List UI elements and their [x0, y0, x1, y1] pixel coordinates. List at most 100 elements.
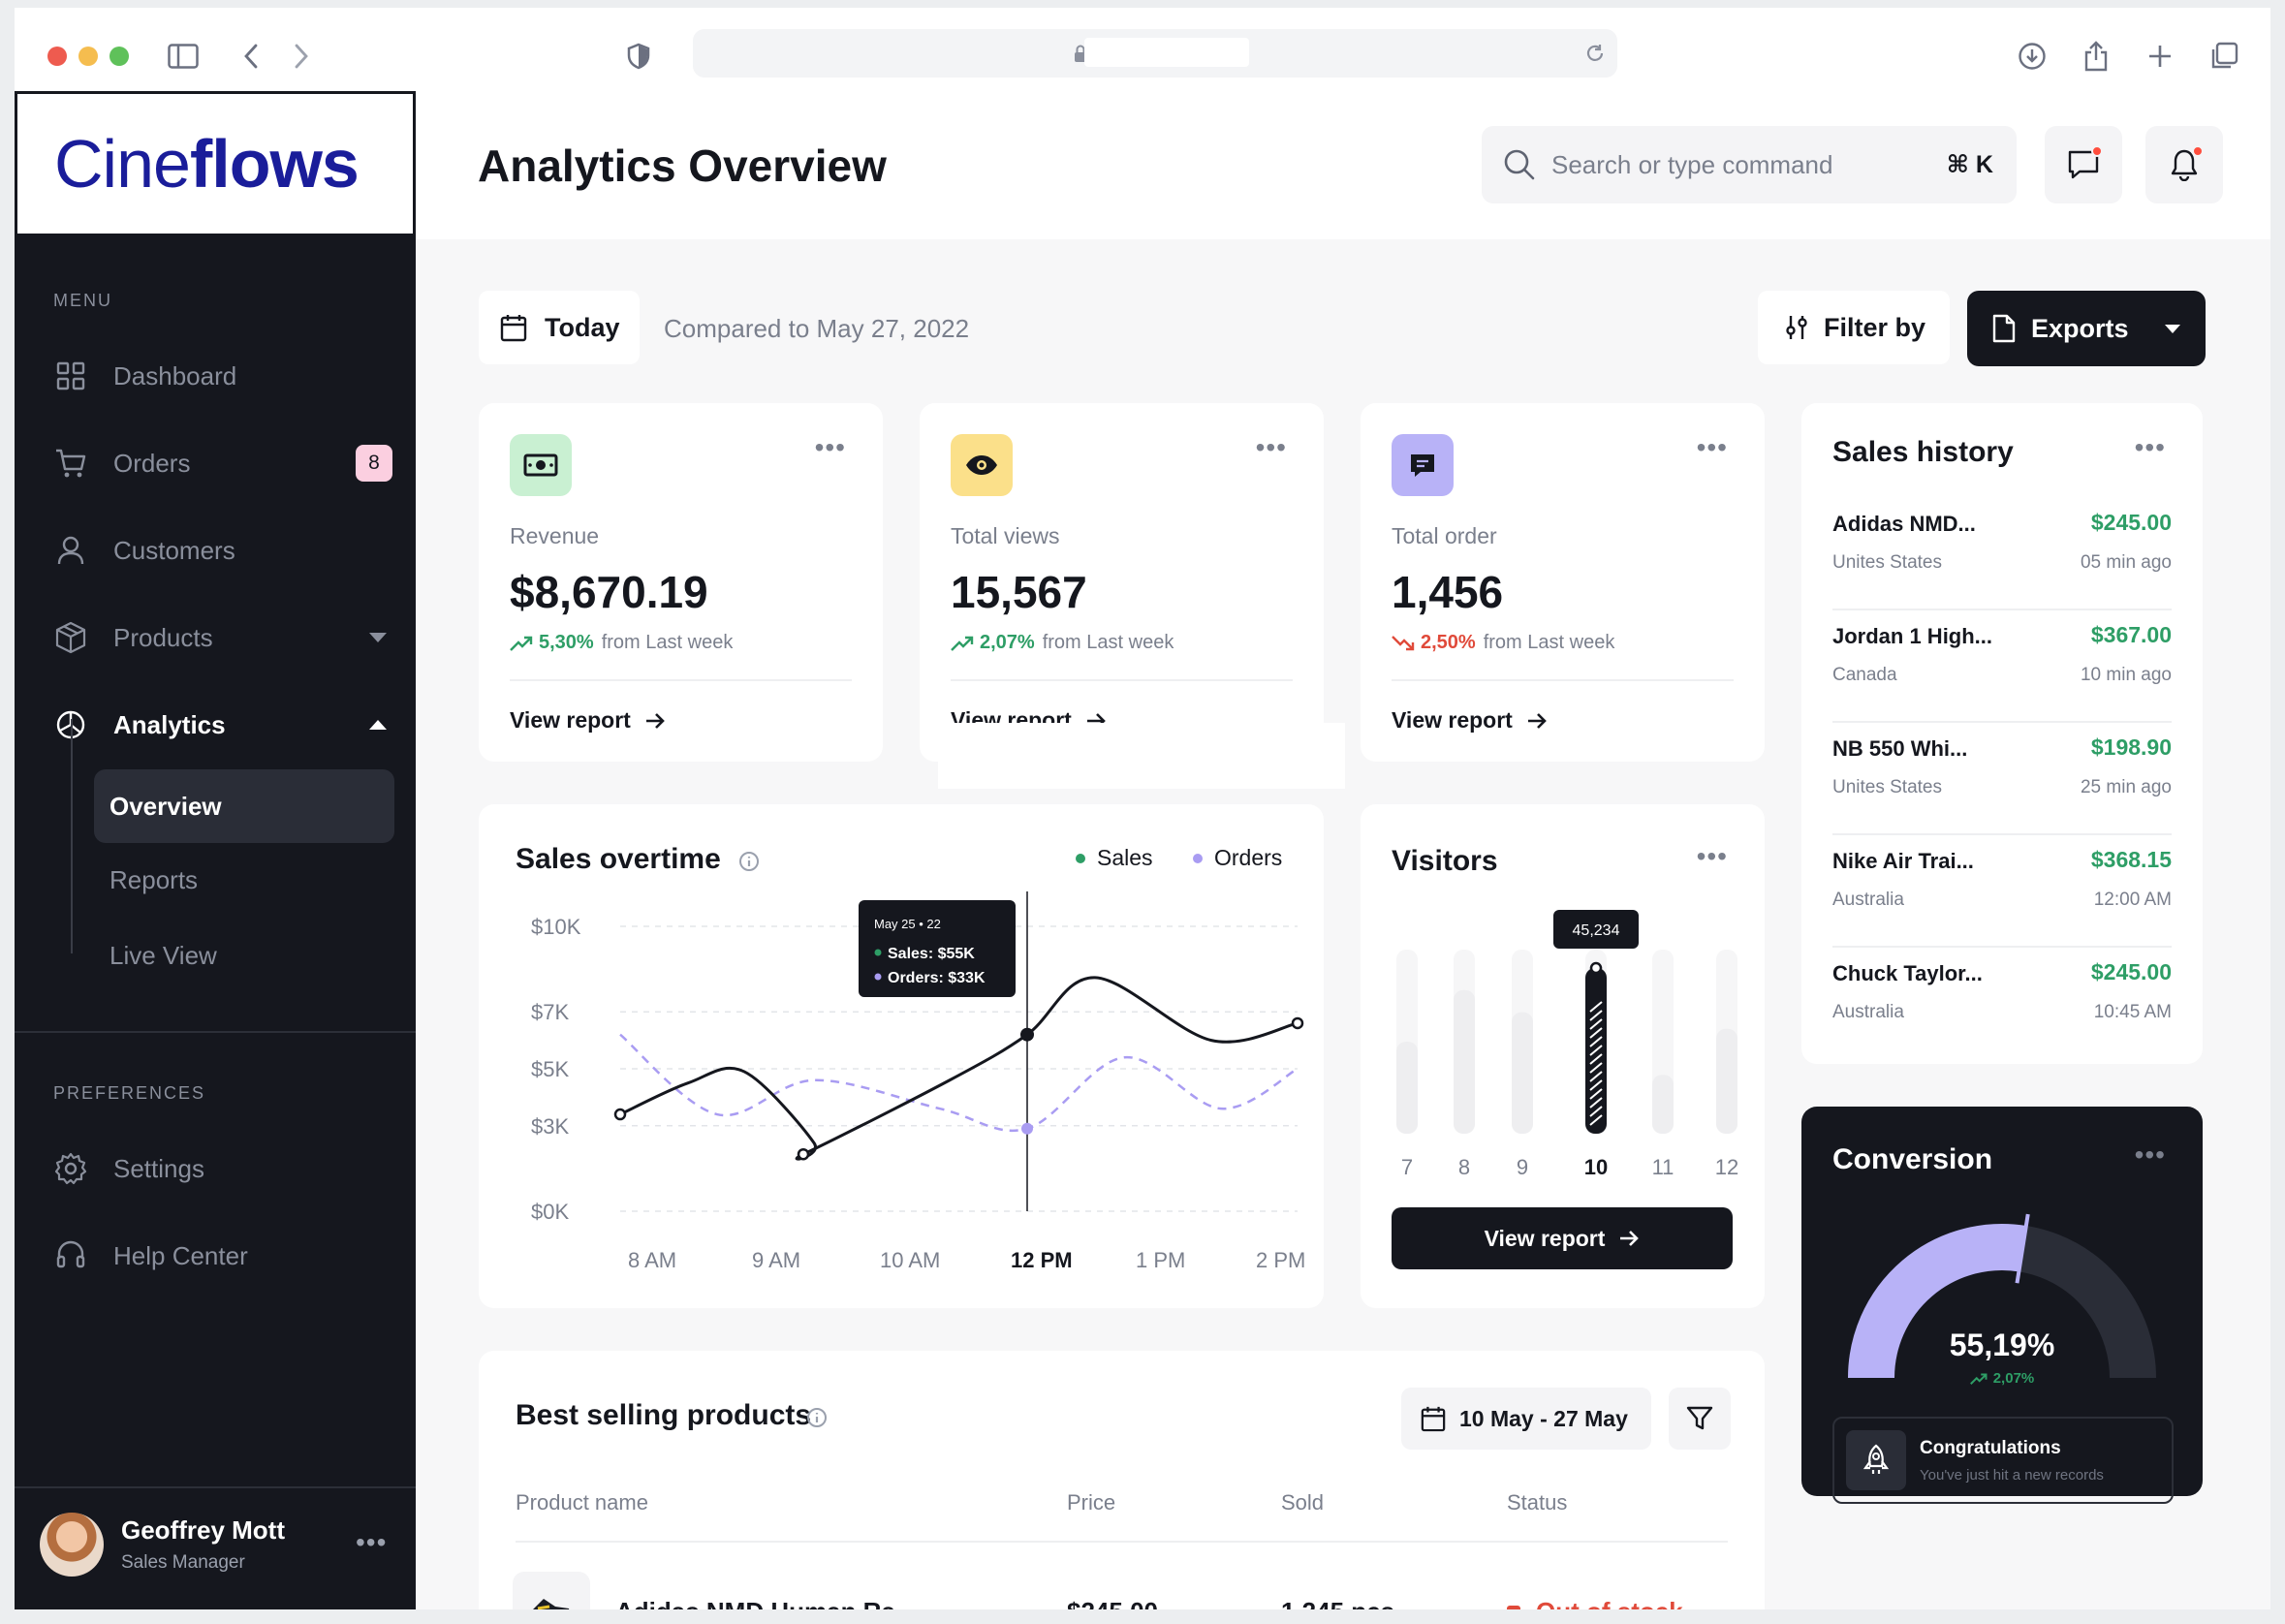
column-header-status[interactable]: Status — [1507, 1490, 1567, 1515]
x-tick-label: 10 AM — [880, 1248, 940, 1272]
close-window-button[interactable] — [47, 47, 67, 66]
card-title: Sales history — [1832, 436, 2014, 468]
preferences-section-label: PREFERENCES — [53, 1083, 206, 1103]
today-label: Today — [545, 312, 620, 342]
date-today-button[interactable]: Today — [479, 291, 640, 364]
search-shortcut: ⌘ K — [1946, 151, 1993, 178]
sidebar-item-orders[interactable]: Orders 8 — [53, 436, 392, 490]
x-tick-label: 9 — [1517, 1155, 1528, 1179]
url-text — [1084, 38, 1249, 67]
filter-icon — [1686, 1406, 1713, 1430]
bar — [1512, 1012, 1533, 1134]
divider — [1392, 679, 1734, 681]
forward-icon[interactable] — [280, 35, 323, 78]
avatar[interactable] — [40, 1513, 104, 1577]
address-bar[interactable] — [693, 29, 1617, 78]
sidebar-subitem-live-view[interactable]: Live View — [94, 919, 394, 992]
sales-history-row[interactable]: Jordan 1 High... $367.00 Canada 10 min ago — [1832, 610, 2172, 723]
sale-time: 05 min ago — [2080, 552, 2172, 573]
column-header-sold[interactable]: Sold — [1281, 1490, 1324, 1515]
sidebar-item-analytics[interactable]: Analytics — [53, 698, 392, 752]
sale-product-name: Jordan 1 High... — [1832, 624, 1993, 648]
sales-line-chart[interactable]: $10K $7K $5K $3K $0K 8 AM 9 AM 10 AM 12 PM 1 PM 2 … — [479, 804, 1324, 1308]
chevron-down-icon[interactable] — [2165, 325, 2180, 333]
more-icon[interactable]: ••• — [356, 1527, 387, 1558]
sidebar-item-label: Analytics — [113, 709, 226, 739]
view-report-link[interactable]: View report — [510, 707, 666, 734]
x-tick-label: 12 PM — [1011, 1248, 1073, 1272]
orders-highlight-point — [1021, 1122, 1033, 1135]
chevron-down-icon[interactable] — [369, 633, 387, 642]
share-icon[interactable] — [2075, 35, 2117, 78]
sales-history-row[interactable]: Nike Air Trai... $368.15 Australia 12:00 AM — [1832, 835, 2172, 948]
sidebar-subitem-overview[interactable]: Overview — [94, 769, 394, 843]
rocket-icon — [1846, 1430, 1906, 1490]
headset-icon — [53, 1238, 88, 1273]
visitors-card: Visitors ••• 7 8 9 45,234 10 11 12 View report — [1361, 804, 1765, 1308]
new-tab-icon[interactable] — [2139, 35, 2181, 78]
column-header-price[interactable]: Price — [1067, 1490, 1115, 1515]
download-icon[interactable] — [2011, 35, 2053, 78]
exports-label: Exports — [2031, 313, 2129, 343]
sliders-icon — [1786, 316, 1807, 339]
date-range-picker[interactable]: 10 May - 27 May — [1401, 1388, 1651, 1450]
visitors-bar-chart[interactable]: 7 8 9 45,234 10 11 12 — [1361, 804, 1765, 1231]
sidebar-item-help-center[interactable]: Help Center — [53, 1229, 392, 1283]
more-icon[interactable]: ••• — [1697, 432, 1728, 463]
filter-button[interactable]: Filter by — [1758, 291, 1950, 364]
stat-delta: 2,07% from Last week — [951, 632, 1174, 654]
x-tick-label: 2 PM — [1256, 1248, 1305, 1272]
sales-history-row[interactable]: Adidas NMD... $245.00 Unites States 05 min … — [1832, 498, 2172, 610]
user-profile[interactable]: Geoffrey Mott Sales Manager ••• — [15, 1486, 416, 1609]
more-icon[interactable]: ••• — [2135, 432, 2166, 463]
more-icon[interactable]: ••• — [815, 432, 846, 463]
notifications-button[interactable] — [2145, 126, 2223, 203]
product-thumbnail[interactable] — [513, 1572, 590, 1609]
exports-button[interactable]: Exports — [1967, 291, 2206, 366]
sale-country: Australia — [1832, 890, 1904, 910]
tooltip-dot — [874, 949, 882, 956]
more-icon[interactable]: ••• — [1256, 432, 1287, 463]
sidebar-subitem-reports[interactable]: Reports — [94, 843, 394, 917]
sidebar-item-label: Customers — [113, 535, 235, 565]
product-name[interactable]: Adidas NMD Human Ra... — [615, 1597, 917, 1609]
stat-delta-suffix: from Last week — [1042, 632, 1174, 653]
filter-button[interactable] — [1669, 1388, 1731, 1450]
column-header-product[interactable]: Product name — [516, 1490, 648, 1515]
stat-label: Revenue — [510, 523, 600, 548]
sidebar-toggle-icon[interactable] — [162, 35, 204, 78]
y-tick-label: $0K — [531, 1200, 569, 1224]
chevron-up-icon[interactable] — [369, 720, 387, 730]
reload-icon[interactable] — [1584, 43, 1606, 64]
sale-country: Australia — [1832, 1002, 1904, 1022]
sidebar-item-settings[interactable]: Settings — [53, 1141, 392, 1196]
trend-down-icon — [1392, 635, 1415, 650]
search-input[interactable]: Search or type command ⌘ K — [1482, 126, 2017, 203]
sidebar-item-customers[interactable]: Customers — [53, 523, 392, 578]
sales-highlight-point — [1020, 1027, 1034, 1042]
back-icon[interactable] — [230, 35, 272, 78]
info-icon[interactable] — [806, 1407, 828, 1428]
visitors-view-report-button[interactable]: View report — [1392, 1207, 1733, 1269]
sales-history-row[interactable]: Chuck Taylor... $245.00 Australia 10:45 AM — [1832, 948, 2172, 1060]
sales-history-row[interactable]: NB 550 Whi... $198.90 Unites States 25 min … — [1832, 723, 2172, 835]
messages-button[interactable] — [2045, 126, 2122, 203]
minimize-window-button[interactable] — [78, 47, 98, 66]
stat-value: $8,670.19 — [510, 567, 708, 617]
sidebar-item-products[interactable]: Products — [53, 610, 392, 665]
status-badge: Out of stock — [1507, 1597, 1683, 1609]
view-report-link[interactable]: View report — [1392, 707, 1548, 734]
menu-section-label: MENU — [53, 291, 112, 310]
shield-icon[interactable] — [617, 35, 660, 78]
maximize-window-button[interactable] — [110, 47, 129, 66]
top-header: Analytics Overview Search or type comman… — [416, 91, 2270, 239]
sidebar-item-label: Orders — [113, 448, 191, 478]
overlap-panel — [938, 723, 1345, 789]
y-tick-label: $7K — [531, 1000, 569, 1024]
tooltip-orders: Orders: $33K — [888, 970, 986, 986]
tabs-overview-icon[interactable] — [2203, 35, 2245, 78]
user-icon — [53, 533, 88, 568]
sidebar-item-label: Help Center — [113, 1240, 248, 1270]
brand-logo[interactable]: Cine flows — [15, 91, 416, 236]
sidebar-item-dashboard[interactable]: Dashboard — [53, 349, 392, 403]
